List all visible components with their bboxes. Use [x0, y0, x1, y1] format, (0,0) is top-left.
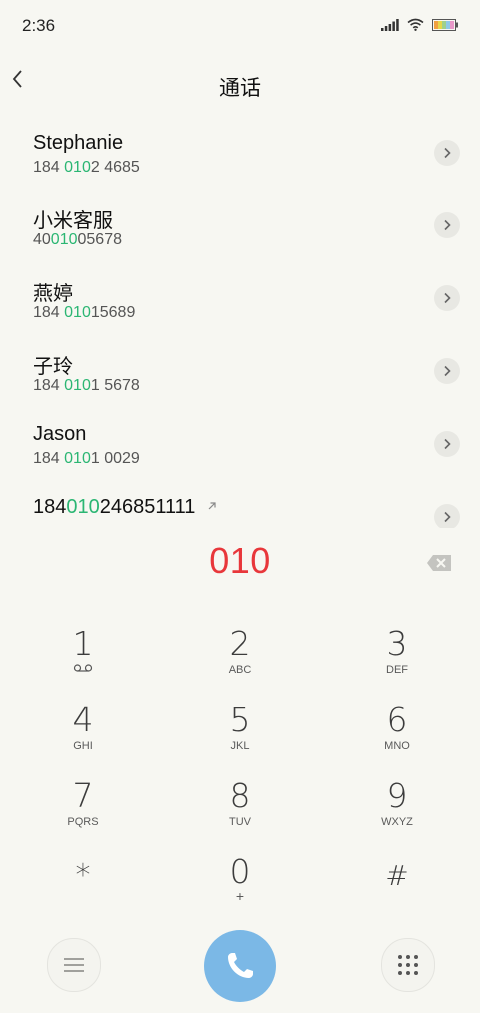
chevron-right-icon: [444, 219, 451, 231]
chevron-right-icon: [444, 147, 451, 159]
status-icons: [381, 18, 458, 31]
status-time: 2:36: [22, 16, 56, 35]
key-star[interactable]: *: [23, 858, 143, 930]
chevron-right-icon: [444, 292, 451, 304]
detail-button[interactable]: [434, 140, 460, 166]
detail-button[interactable]: [434, 358, 460, 384]
search-results: Stephanie 184 0102 4685 小米客服 4001005678 …: [0, 118, 480, 528]
wifi-icon: [407, 18, 424, 31]
list-item[interactable]: 燕婷 184 01015689: [0, 263, 480, 335]
match-highlight: 010: [64, 377, 91, 394]
key-3[interactable]: 3 DEF: [337, 626, 457, 698]
signal-icon: [381, 18, 399, 31]
battery-icon: [432, 18, 458, 31]
backspace-icon: [427, 555, 451, 571]
key-5[interactable]: 5 JKL: [180, 702, 300, 774]
nav-bar: 通话: [0, 52, 480, 114]
key-hash[interactable]: #: [337, 858, 457, 930]
contact-number: 184 01015689: [33, 304, 136, 321]
detail-button[interactable]: [434, 431, 460, 457]
list-item[interactable]: Stephanie 184 0102 4685: [0, 118, 480, 190]
contact-number: 184 0101 0029: [33, 450, 140, 467]
list-item[interactable]: 小米客服 4001005678: [0, 190, 480, 262]
key-6[interactable]: 6 MNO: [337, 702, 457, 774]
list-item[interactable]: 184010246851111: [0, 482, 480, 528]
match-highlight: 010: [66, 496, 100, 518]
menu-button[interactable]: [47, 938, 101, 992]
contact-name: 小米客服: [33, 210, 113, 232]
chevron-right-icon: [444, 365, 451, 377]
dialpad-toggle-button[interactable]: [381, 938, 435, 992]
contact-number: 184 0102 4685: [33, 159, 140, 176]
status-bar: 2:36: [0, 0, 480, 52]
page-title: 通话: [219, 77, 261, 100]
outgoing-call-icon: [208, 502, 216, 510]
contact-name: 子玲: [33, 356, 73, 378]
detail-button[interactable]: [434, 504, 460, 528]
key-2[interactable]: 2 ABC: [180, 626, 300, 698]
call-log-number: 184010246851111: [33, 496, 217, 519]
chevron-right-icon: [444, 438, 451, 450]
match-highlight: 010: [64, 304, 91, 321]
contact-name: Stephanie: [33, 132, 124, 154]
list-item[interactable]: 子玲 184 0101 5678: [0, 336, 480, 408]
contact-name: 燕婷: [33, 283, 73, 305]
key-8[interactable]: 8 TUV: [180, 778, 300, 850]
voicemail-icon: [73, 664, 93, 672]
key-1[interactable]: 1: [23, 626, 143, 698]
delete-button[interactable]: [426, 554, 454, 574]
dialpad-icon: [398, 955, 418, 975]
chevron-right-icon: [444, 511, 451, 523]
detail-button[interactable]: [434, 212, 460, 238]
contact-number: 4001005678: [33, 231, 122, 248]
detail-button[interactable]: [434, 285, 460, 311]
match-highlight: 010: [50, 231, 78, 248]
match-highlight: 010: [64, 450, 91, 467]
dialed-number: 010: [209, 540, 271, 581]
contact-number: 184 0101 5678: [33, 377, 140, 394]
key-4[interactable]: 4 GHI: [23, 702, 143, 774]
menu-icon: [64, 958, 84, 972]
key-0[interactable]: 0 +: [180, 854, 300, 926]
match-highlight: 010: [64, 159, 91, 176]
contact-name: Jason: [33, 423, 87, 445]
phone-icon: [228, 953, 253, 978]
call-button[interactable]: [204, 930, 276, 1002]
key-7[interactable]: 7 PQRS: [23, 778, 143, 850]
list-item[interactable]: Jason 184 0101 0029: [0, 409, 480, 481]
key-9[interactable]: 9 WXYZ: [337, 778, 457, 850]
